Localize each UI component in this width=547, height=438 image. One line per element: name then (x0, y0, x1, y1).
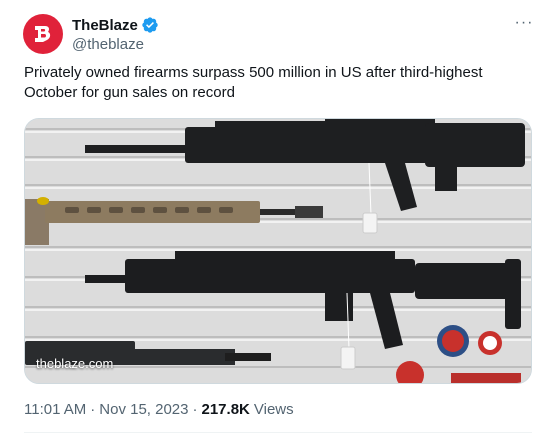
tweet-date[interactable]: Nov 15, 2023 (99, 401, 188, 418)
author-info: TheBlaze @theblaze (72, 16, 159, 53)
theblaze-logo-icon (35, 26, 51, 42)
ellipsis-icon: ··· (514, 14, 534, 31)
views-label: Views (253, 401, 294, 418)
tweet-text: Privately owned firearms surpass 500 mil… (24, 64, 483, 101)
rifles-photo (25, 119, 531, 383)
tweet-time[interactable]: 11:01 AM (24, 401, 86, 418)
name-row: TheBlaze (72, 16, 159, 34)
verified-badge-icon[interactable] (141, 16, 159, 34)
meta-separator: · (90, 401, 96, 418)
display-name[interactable]: TheBlaze (72, 17, 138, 34)
avatar[interactable] (23, 14, 63, 54)
tweet-meta: 11:01 AM · Nov 15, 2023 · 217.8K Views (24, 401, 294, 418)
media-caption: theblaze.com (36, 356, 114, 371)
divider (24, 432, 532, 433)
tweet-media-image[interactable]: theblaze.com (24, 118, 532, 384)
views-count: 217.8K (201, 401, 250, 418)
tweet-card: TheBlaze @theblaze ··· Privately owned f… (0, 0, 547, 438)
meta-separator-2: · (192, 401, 198, 418)
handle[interactable]: @theblaze (72, 36, 159, 53)
more-options-button[interactable]: ··· (512, 13, 536, 33)
